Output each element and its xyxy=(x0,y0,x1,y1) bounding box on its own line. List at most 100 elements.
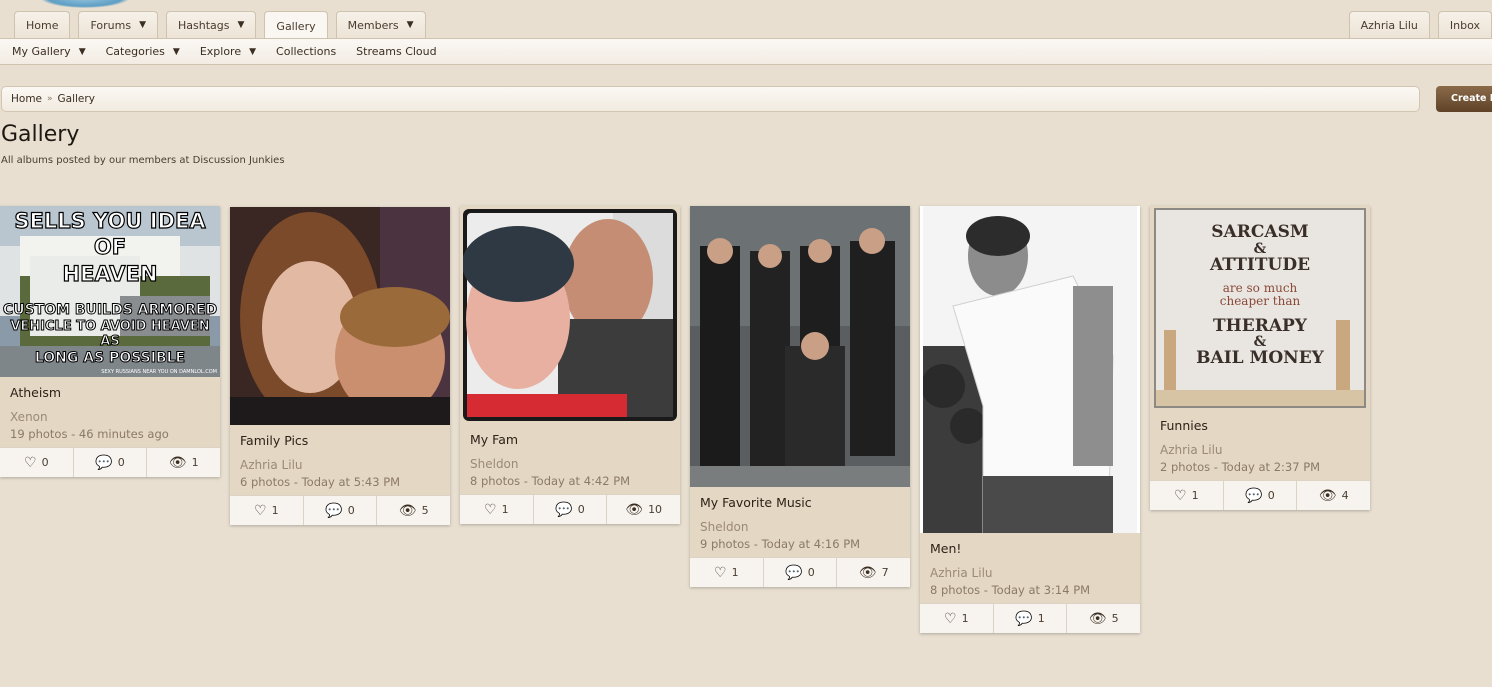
album-stats: ♡ 0 💬 0 👁 1 xyxy=(0,447,220,477)
album-owner[interactable]: Azhria Lilu xyxy=(930,566,1130,580)
comment-stat[interactable]: 💬 0 xyxy=(534,495,608,524)
primary-nav: Home Forums ▼ Hashtags ▼ Gallery Members ▼ xyxy=(14,11,426,40)
album-title[interactable]: Atheism xyxy=(10,385,210,400)
album-title[interactable]: My Favorite Music xyxy=(700,495,900,510)
album-owner[interactable]: Xenon xyxy=(10,410,210,424)
chevron-down-icon: ▼ xyxy=(249,46,257,57)
album-thumbnail[interactable] xyxy=(230,207,450,425)
comment-stat[interactable]: 💬 0 xyxy=(304,496,378,525)
view-stat[interactable]: 👁 7 xyxy=(837,558,910,587)
subnav-label: Categories xyxy=(105,45,165,58)
subnav-my-gallery[interactable]: My Gallery ▼ xyxy=(12,45,86,58)
album-thumbnail[interactable] xyxy=(460,206,680,424)
album-card[interactable]: SARCASM & ATTITUDE are so much cheaper t… xyxy=(1150,206,1370,510)
comment-stat[interactable]: 💬 0 xyxy=(764,558,838,587)
album-card[interactable]: SELLS YOU IDEA OF HEAVEN CUSTOM BUILDS A… xyxy=(0,206,220,477)
comment-stat[interactable]: 💬 0 xyxy=(1224,481,1298,510)
eye-icon: 👁 xyxy=(625,501,644,518)
tab-account[interactable]: Azhria Lilu xyxy=(1348,11,1430,39)
album-thumbnail-art xyxy=(923,206,1137,533)
breadcrumb-home[interactable]: Home xyxy=(11,93,42,105)
album-card[interactable]: My Fam Sheldon 8 photos - Today at 4:42 … xyxy=(460,206,680,524)
view-count: 1 xyxy=(191,456,199,469)
thumb-caption-line: cheaper than xyxy=(1219,293,1301,308)
subnav-label: Explore xyxy=(199,45,242,58)
view-stat[interactable]: 👁 1 xyxy=(147,448,220,477)
album-info: 2 photos - Today at 2:37 PM xyxy=(1160,460,1321,474)
tab-gallery[interactable]: Gallery xyxy=(264,11,328,40)
comment-count: 0 xyxy=(807,566,815,579)
eye-icon: 👁 xyxy=(168,454,187,471)
album-info: 9 photos - Today at 4:16 PM xyxy=(700,537,861,551)
view-count: 5 xyxy=(421,504,429,517)
subnav-collections[interactable]: Collections xyxy=(276,45,336,58)
album-info: 19 photos - 46 minutes ago xyxy=(10,427,169,441)
tab-label: Home xyxy=(26,19,59,32)
subnav-label: My Gallery xyxy=(12,45,71,58)
tab-members[interactable]: Members ▼ xyxy=(335,11,426,39)
like-stat[interactable]: ♡ 1 xyxy=(920,604,994,633)
chevron-down-icon: ▼ xyxy=(139,20,147,30)
album-title[interactable]: Family Pics xyxy=(240,433,440,448)
thumb-caption-line: CUSTOM BUILDS ARMORED xyxy=(2,302,218,319)
tab-inbox[interactable]: Inbox xyxy=(1437,11,1492,39)
view-stat[interactable]: 👁 4 xyxy=(1297,481,1370,510)
sub-nav: My Gallery ▼ Categories ▼ Explore ▼ Collect… xyxy=(0,38,1492,65)
breadcrumb-current[interactable]: Gallery xyxy=(58,93,95,105)
album-meta: Men! Azhria Lilu 8 photos - Today at 3:1… xyxy=(920,533,1140,603)
album-card[interactable]: Men! Azhria Lilu 8 photos - Today at 3:1… xyxy=(920,206,1140,633)
album-meta: Funnies Azhria Lilu 2 photos - Today at … xyxy=(1150,410,1370,480)
album-info: 6 photos - Today at 5:43 PM xyxy=(240,475,401,489)
breadcrumb-separator: » xyxy=(47,94,53,104)
album-owner[interactable]: Sheldon xyxy=(470,457,670,471)
album-card[interactable]: My Favorite Music Sheldon 9 photos - Tod… xyxy=(690,206,910,587)
subnav-streams-cloud[interactable]: Streams Cloud xyxy=(356,45,436,58)
comment-stat[interactable]: 💬 0 xyxy=(74,448,148,477)
view-count: 4 xyxy=(1341,489,1349,502)
album-owner[interactable]: Sheldon xyxy=(700,520,900,534)
subnav-explore[interactable]: Explore ▼ xyxy=(200,45,256,58)
tab-hashtags[interactable]: Hashtags ▼ xyxy=(166,11,257,39)
album-thumbnail[interactable]: SARCASM & ATTITUDE are so much cheaper t… xyxy=(1150,206,1370,410)
tab-label: Members xyxy=(347,19,399,32)
view-stat[interactable]: 👁 10 xyxy=(607,495,680,524)
view-count: 7 xyxy=(881,566,889,579)
chevron-down-icon: ▼ xyxy=(406,20,414,30)
like-stat[interactable]: ♡ 1 xyxy=(460,495,534,524)
thumb-caption-line: THERAPY xyxy=(1213,315,1307,336)
tab-home[interactable]: Home xyxy=(14,11,71,39)
view-stat[interactable]: 👁 5 xyxy=(377,496,450,525)
album-info: 8 photos - Today at 3:14 PM xyxy=(930,583,1091,597)
subnav-categories[interactable]: Categories ▼ xyxy=(106,45,180,58)
like-stat[interactable]: ♡ 1 xyxy=(690,558,764,587)
tab-label: Forums xyxy=(90,19,132,32)
album-title[interactable]: Funnies xyxy=(1160,418,1360,433)
album-title[interactable]: Men! xyxy=(930,541,1130,556)
album-meta: My Fam Sheldon 8 photos - Today at 4:42 … xyxy=(460,424,680,494)
album-thumbnail[interactable]: SELLS YOU IDEA OF HEAVEN CUSTOM BUILDS A… xyxy=(0,206,220,377)
album-thumbnail[interactable] xyxy=(690,206,910,487)
eye-icon: 👁 xyxy=(858,564,877,581)
comment-stat[interactable]: 💬 1 xyxy=(994,604,1068,633)
page-description: All albums posted by our members at Disc… xyxy=(1,155,285,166)
album-stats: ♡ 1 💬 0 👁 4 xyxy=(1150,480,1370,510)
album-thumbnail-art xyxy=(690,206,910,487)
site-logo[interactable] xyxy=(40,0,130,8)
like-stat[interactable]: ♡ 1 xyxy=(1150,481,1224,510)
thumb-caption-line: SELLS YOU IDEA OF xyxy=(14,208,206,260)
like-stat[interactable]: ♡ 1 xyxy=(230,496,304,525)
create-album-button[interactable]: Create New Album xyxy=(1436,86,1492,112)
album-meta: Atheism Xenon 19 photos - 46 minutes ago xyxy=(0,377,220,447)
album-info: 8 photos - Today at 4:42 PM xyxy=(470,474,631,488)
album-owner[interactable]: Azhria Lilu xyxy=(1160,443,1360,457)
album-thumbnail[interactable] xyxy=(920,206,1140,533)
album-owner[interactable]: Azhria Lilu xyxy=(240,458,440,472)
tab-forums[interactable]: Forums ▼ xyxy=(78,11,159,39)
like-stat[interactable]: ♡ 0 xyxy=(0,448,74,477)
chevron-down-icon: ▼ xyxy=(78,46,86,57)
comments-icon: 💬 xyxy=(325,502,343,519)
heart-icon: ♡ xyxy=(714,564,727,581)
view-stat[interactable]: 👁 5 xyxy=(1067,604,1140,633)
album-card[interactable]: Family Pics Azhria Lilu 6 photos - Today… xyxy=(230,207,450,525)
album-title[interactable]: My Fam xyxy=(470,432,670,447)
